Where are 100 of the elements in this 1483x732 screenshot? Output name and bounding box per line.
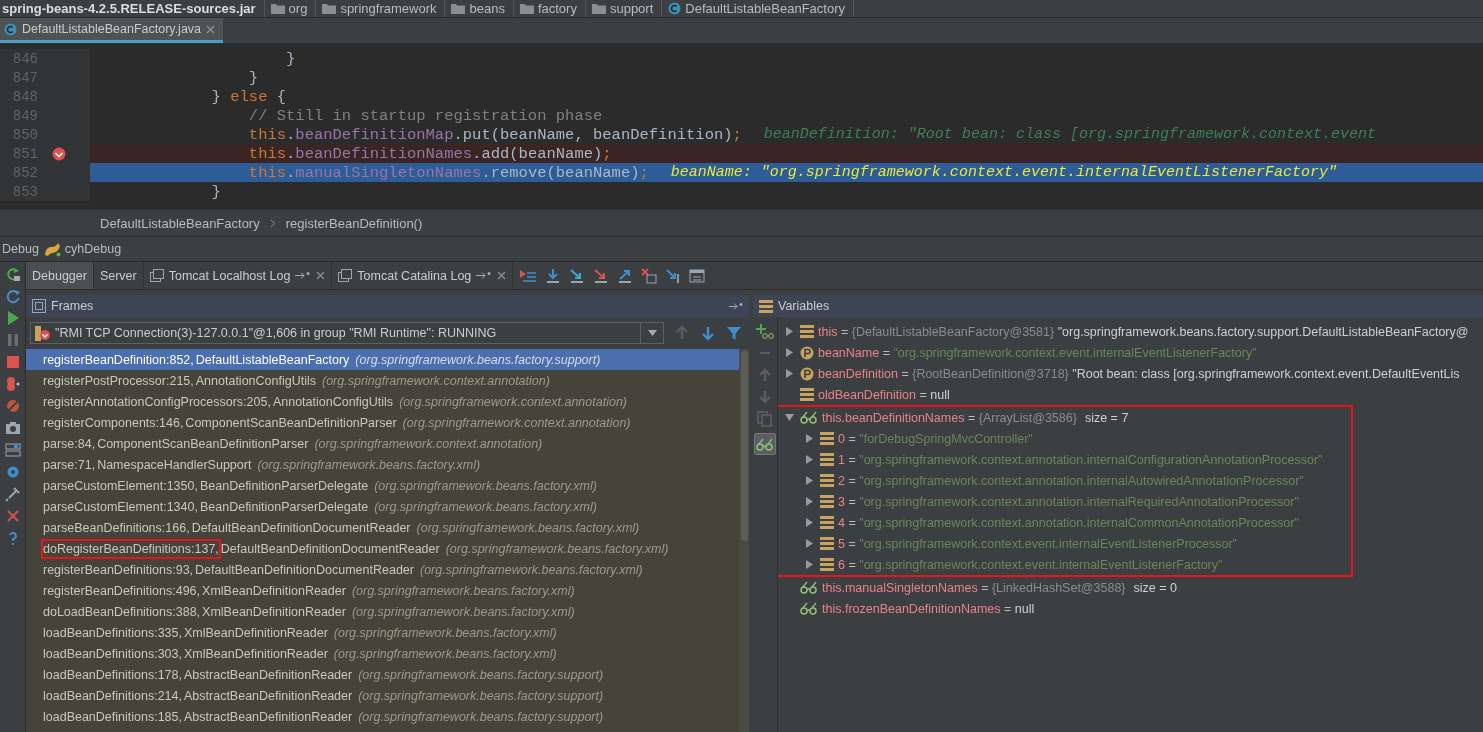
expand-arrow-icon[interactable]: [804, 455, 814, 464]
stack-frame[interactable]: registerPostProcessor:215, AnnotationConfigUtils (org.springframework.context.annotation): [26, 370, 739, 391]
frame-class: AbstractBeanDefinitionReader: [184, 688, 353, 703]
breadcrumb-item[interactable]: factory: [537, 1, 577, 16]
stack-frame[interactable]: loadBeanDefinitions:185, AbstractBeanDefinitionReader (org.springframework.beans.factory.support): [26, 706, 739, 727]
add-watch-icon[interactable]: [756, 323, 774, 339]
step-into-icon[interactable]: [569, 267, 586, 284]
expand-arrow-icon[interactable]: [784, 369, 794, 378]
breakpoints-icon[interactable]: [4, 376, 21, 392]
tool-tab[interactable]: Server: [93, 262, 144, 289]
expand-arrow-icon[interactable]: [804, 518, 814, 527]
tool-tab[interactable]: Tomcat Catalina Log: [332, 262, 514, 289]
breadcrumb-item[interactable]: org: [288, 1, 308, 16]
close-icon[interactable]: [206, 24, 216, 34]
expand-arrow-icon[interactable]: [804, 434, 814, 443]
frame-package: (org.springframework.beans.factory.support): [358, 709, 604, 724]
stack-frame[interactable]: registerComponents:146, ComponentScanBeanDefinitionParser (org.springframework.context.annotation): [26, 412, 739, 433]
breadcrumb-item[interactable]: spring-beans-4.2.5.RELEASE-sources.jar: [2, 1, 256, 16]
variable-row[interactable]: this = {DefaultListableBeanFactory@3581} "org.springframework.beans.factory.support.DefaultListableBeanFactory@: [778, 321, 1483, 342]
breadcrumb-item[interactable]: DefaultListableBeanFactory: [685, 1, 845, 16]
panel-title: Variables: [778, 299, 830, 313]
glasses-icon: [800, 581, 818, 594]
variable-row[interactable]: oldBeanDefinition = null: [778, 384, 1483, 405]
thread-dropdown[interactable]: "RMI TCP Connection(3)-127.0.0.1"@1,606 in group "RMI Runtime": RUNNING: [30, 322, 664, 344]
stack-frame[interactable]: parseCustomElement:1350, BeanDefinitionParserDelegate (org.springframework.beans.factory.xml): [26, 475, 739, 496]
close-icon[interactable]: [497, 271, 507, 280]
variable-row[interactable]: 3 = "org.springframework.context.annotation.internalRequiredAnnotationProcessor": [778, 491, 1323, 512]
evaluate-icon[interactable]: [689, 267, 706, 284]
camera-icon[interactable]: [4, 420, 21, 436]
tool-tab[interactable]: Tomcat Localhost Log: [143, 262, 333, 289]
close-icon[interactable]: [316, 271, 326, 280]
drop-frame-icon[interactable]: [641, 267, 658, 284]
step-over-icon[interactable]: [545, 267, 562, 284]
frame-method: registerPostProcessor:215,: [42, 372, 195, 390]
expand-arrow-icon[interactable]: [804, 476, 814, 485]
down-arrow-icon[interactable]: [700, 325, 716, 341]
frame-package: (org.springframework.beans.factory.support): [358, 688, 604, 703]
layout-icon[interactable]: [4, 442, 21, 458]
breakpoint-icon[interactable]: [52, 146, 66, 161]
stop-icon[interactable]: [4, 354, 21, 370]
stack-frame[interactable]: registerBeanDefinitions:496, XmlBeanDefinitionReader (org.springframework.beans.factory.xml): [26, 580, 739, 601]
variable-row[interactable]: 2 = "org.springframework.context.annotation.internalAutowiredAnnotationProcessor": [778, 470, 1323, 491]
stack-frame[interactable]: registerBeanDefinition:852, DefaultListableBeanFactory (org.springframework.beans.factory.support): [26, 349, 739, 370]
variable-row[interactable]: this.beanDefinitionNames = {ArrayList@3586} size = 7: [778, 407, 1323, 428]
variable-entry: 1 = "org.springframework.context.annotation.internalConfigurationAnnotationProcessor": [838, 452, 1323, 467]
breadcrumb-item[interactable]: registerBeanDefinition(): [285, 215, 423, 231]
breadcrumb-item[interactable]: support: [609, 1, 654, 16]
mute-icon[interactable]: [4, 398, 21, 414]
stack-frame[interactable]: loadBeanDefinitions:303, XmlBeanDefinitionReader (org.springframework.beans.factory.xml): [26, 643, 739, 664]
breadcrumb-item[interactable]: DefaultListableBeanFactory: [100, 215, 260, 231]
variable-row[interactable]: this.frozenBeanDefinitionNames = null: [778, 598, 1483, 619]
execution-point-icon[interactable]: [519, 267, 538, 284]
stack-frame[interactable]: registerAnnotationConfigProcessors:205, AnnotationConfigUtils (org.springframework.context.annotation): [26, 391, 739, 412]
field-icon: [800, 325, 814, 338]
scrollbar-thumb[interactable]: [740, 351, 748, 541]
watches-toggle[interactable]: [754, 433, 776, 455]
tool-tab[interactable]: Debugger: [26, 262, 94, 289]
force-step-into-icon[interactable]: [593, 267, 610, 284]
stack-frame[interactable]: doLoadBeanDefinitions:388, XmlBeanDefinitionReader (org.springframework.beans.factory.xml): [26, 601, 739, 622]
stack-frame[interactable]: parseCustomElement:1340, BeanDefinitionParserDelegate (org.springframework.beans.factory.xml): [26, 496, 739, 517]
frame-method: parseCustomElement:1340,: [42, 498, 199, 516]
breadcrumb-item[interactable]: springframework: [340, 1, 437, 16]
frame-package: (org.springframework.beans.factory.xml): [351, 604, 575, 619]
variable-entry: 4 = "org.springframework.context.annotation.internalCommonAnnotationProcessor": [838, 515, 1299, 530]
variable-row[interactable]: 5 = "org.springframework.context.event.internalEventListenerProcessor": [778, 533, 1323, 554]
stack-frame[interactable]: loadBeanDefinitions:214, AbstractBeanDefinitionReader (org.springframework.beans.factory.support): [26, 685, 739, 706]
close-icon[interactable]: [4, 508, 21, 524]
collapse-arrow-icon[interactable]: [784, 413, 794, 422]
rerun-icon[interactable]: [4, 266, 21, 282]
stack-frame[interactable]: parseBeanDefinitions:166, DefaultBeanDefinitionDocumentReader (org.springframework.beans.factory.xml): [26, 517, 739, 538]
expand-arrow-icon[interactable]: [784, 327, 794, 336]
stack-frame[interactable]: parse:84, ComponentScanBeanDefinitionParser (org.springframework.context.annotation): [26, 433, 739, 454]
variable-entry: 2 = "org.springframework.context.annotation.internalAutowiredAnnotationProcessor": [838, 473, 1304, 488]
variable-row[interactable]: this.manualSingletonNames = {LinkedHashSet@3588} size = 0: [778, 577, 1483, 598]
stack-frame[interactable]: doRegisterBeanDefinitions:137, DefaultBeanDefinitionDocumentReader (org.springframework.beans.factory.xml): [26, 538, 739, 559]
filter-icon[interactable]: [726, 325, 742, 341]
variable-row[interactable]: 4 = "org.springframework.context.annotation.internalCommonAnnotationProcessor": [778, 512, 1323, 533]
frame-package: (org.springframework.beans.factory.xml): [374, 499, 597, 514]
stack-frame[interactable]: loadBeanDefinitions:335, XmlBeanDefinitionReader (org.springframework.beans.factory.xml): [26, 622, 739, 643]
breadcrumb-item[interactable]: beans: [469, 1, 505, 16]
expand-arrow-icon[interactable]: [784, 348, 794, 357]
stack-frame[interactable]: parse:71, NamespaceHandlerSupport (org.springframework.beans.factory.xml): [26, 454, 739, 475]
expand-arrow-icon[interactable]: [804, 560, 814, 569]
chevron-icon: [269, 218, 276, 228]
session-name[interactable]: cyhDebug: [64, 242, 122, 256]
expand-arrow-icon[interactable]: [804, 497, 814, 506]
frame-class: ComponentScanBeanDefinitionParser: [185, 415, 397, 430]
variable-row[interactable]: 1 = "org.springframework.context.annotation.internalConfigurationAnnotationProcessor": [778, 449, 1323, 470]
variable-row[interactable]: 0 = "forDebugSpringMvcController": [778, 428, 1323, 449]
step-out-icon[interactable]: [617, 267, 634, 284]
run-to-cursor-icon[interactable]: [665, 267, 682, 284]
variable-row[interactable]: beanName = "org.springframework.context.event.internalEventListenerFactory": [778, 342, 1483, 363]
stack-frame[interactable]: registerBeanDefinitions:93, DefaultBeanDefinitionDocumentReader (org.springframework.beans.factory.xml): [26, 559, 739, 580]
variable-row[interactable]: 6 = "org.springframework.context.event.internalEventListenerFactory": [778, 554, 1323, 575]
expand-arrow-icon[interactable]: [804, 539, 814, 548]
stack-frame[interactable]: loadBeanDefinitions:178, AbstractBeanDefinitionReader (org.springframework.beans.factory.support): [26, 664, 739, 685]
code-line: this.beanDefinitionMap.put(beanName, beanDefinition); beanDefinition: "Root bean: class [org.springframework.context.event: [247, 125, 1377, 144]
file-tab[interactable]: DefaultListableBeanFactory.java: [0, 18, 224, 43]
variable-row[interactable]: beanDefinition = {RootBeanDefinition@3718} "Root bean: class [org.springframework.context.event.DefaultEventLis: [778, 363, 1483, 384]
refresh-icon[interactable]: [4, 288, 21, 304]
